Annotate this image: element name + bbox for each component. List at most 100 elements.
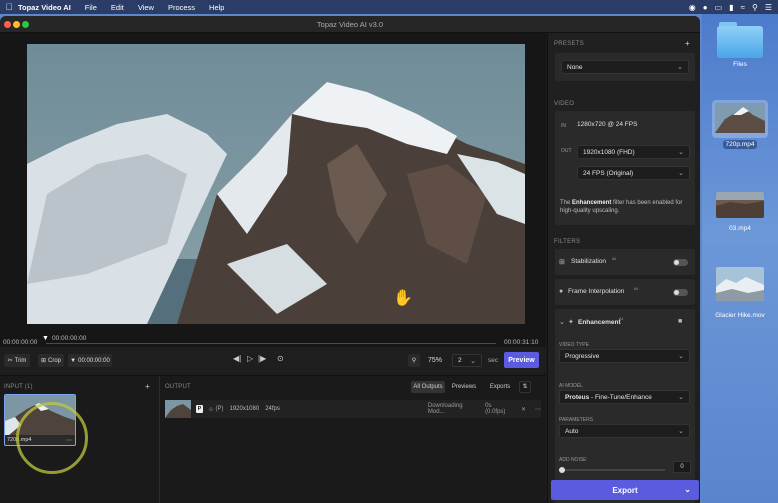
desktop-label: 720p.mp4 (722, 140, 758, 149)
crop-icon: ⊞ (40, 358, 46, 364)
timeline-end-time: 00:00:31:10 (504, 339, 539, 346)
desktop: Files 720p.mp4 03.mp4 Glacier Hike.mov (702, 14, 778, 503)
menu-process[interactable]: Process (168, 3, 195, 12)
menubar:  Topaz Video AI File Edit View Process … (0, 0, 778, 14)
screen-icon[interactable]: ▭ (715, 3, 723, 12)
chevron-down-icon: ⌄ (678, 149, 684, 156)
play-icon[interactable]: ▷ (247, 354, 253, 363)
trim-button[interactable]: ✂ Trim (4, 354, 30, 367)
timeline-track[interactable] (46, 343, 496, 344)
video-type-value: Progressive (565, 352, 600, 360)
menu-app-name[interactable]: Topaz Video AI (18, 3, 71, 12)
video-frame[interactable]: ✋ (27, 44, 525, 324)
add-input-button[interactable]: + (145, 382, 150, 391)
video-type-select[interactable]: Progressive ⌄ (559, 349, 690, 363)
settings-icon: ⊹ (208, 406, 214, 413)
chevron-down-icon: ⌄ (678, 394, 684, 401)
chevron-down-icon[interactable]: ⌄ (684, 485, 691, 494)
frame-interpolation-label: Frame Interpolation (568, 288, 625, 295)
note-pre: The (560, 200, 573, 206)
output-resolution-select[interactable]: 1920x1080 (FHD) ⌄ (577, 145, 690, 159)
preview-duration-select[interactable]: 2 ⌄ (452, 354, 482, 367)
eye-icon[interactable]: ◉ (689, 3, 696, 12)
tab-exports[interactable]: Exports (485, 381, 515, 393)
app-window: Topaz Video AI v3.0 ✋ 00:00:00:00 ▼ 00:0… (0, 16, 700, 503)
apple-icon[interactable]:  (0, 2, 18, 12)
desktop-item-files[interactable]: Files (702, 20, 778, 68)
video-type-label: VIDEO TYPE (559, 342, 589, 348)
marker-button[interactable]: ▼ 00:00:00:00 (68, 354, 112, 367)
desktop-item-03[interactable]: 03.mp4 (702, 192, 778, 232)
parameters-select[interactable]: Auto ⌄ (559, 424, 690, 438)
desktop-item-glacier[interactable]: Glacier Hike.mov (702, 267, 778, 319)
menu-help[interactable]: Help (209, 3, 224, 12)
ai-model-label: AI MODEL (559, 383, 583, 389)
stabilization-toggle[interactable] (673, 259, 688, 266)
menu-file[interactable]: File (85, 3, 97, 12)
loop-icon[interactable]: ⊙ (277, 354, 284, 363)
desktop-item-720p[interactable]: 720p.mp4 (702, 100, 778, 149)
playhead-icon[interactable]: ▼ (42, 335, 49, 342)
search-icon[interactable]: ⚲ (752, 3, 758, 12)
preview-badge: P (195, 405, 204, 413)
control-center-icon[interactable]: ☰ (765, 3, 772, 12)
menu-view[interactable]: View (138, 3, 154, 12)
export-button[interactable]: Export ⌄ (551, 480, 699, 500)
marker-icon: ▼ (70, 357, 77, 364)
sort-icon[interactable]: ⇅ (519, 381, 531, 393)
wifi-icon[interactable]: ≈ (741, 3, 745, 12)
desktop-label: Files (733, 61, 747, 68)
battery-icon[interactable]: ▮ (729, 3, 733, 12)
desktop-label: 03.mp4 (729, 225, 751, 232)
chevron-down-icon[interactable]: ⌄ (559, 318, 565, 326)
add-preset-button[interactable]: + (685, 39, 690, 48)
chevron-down-icon: ⌄ (678, 170, 684, 177)
ai-model-select[interactable]: Proteus - Fine-Tune/Enhance ⌄ (559, 390, 690, 404)
output-thumbnail (165, 400, 191, 418)
output-fps: 24fps (265, 406, 280, 412)
cancel-icon[interactable]: ✕ (521, 406, 526, 413)
tab-previews[interactable]: Previews (449, 381, 479, 393)
add-noise-input[interactable]: 0 (673, 461, 691, 473)
chevron-down-icon: ⌄ (677, 64, 683, 71)
frame-interpolation-card[interactable]: ● Frame Interpolation AI (555, 279, 695, 305)
video-thumbnail (716, 267, 764, 301)
tab-all-outputs[interactable]: All Outputs (411, 381, 445, 393)
crop-button[interactable]: ⊞ Crop (38, 354, 64, 367)
timeline-start-time: 00:00:00:00 (3, 339, 38, 346)
more-icon[interactable]: ⋯ (535, 406, 541, 413)
step-back-icon[interactable]: ◀| (233, 354, 241, 363)
frame-interpolation-toggle[interactable] (673, 289, 688, 296)
scissors-icon: ✂ (7, 358, 13, 364)
preset-select[interactable]: None ⌄ (561, 60, 689, 74)
output-fps-select[interactable]: 24 FPS (Original) ⌄ (577, 166, 690, 180)
output-resolution-value: 1920x1080 (FHD) (583, 148, 635, 156)
filters-label: FILTERS (554, 239, 581, 245)
settings-panel: PRESETS + None ⌄ VIDEO IN 1280x720 @ 24 … (547, 33, 700, 503)
step-forward-icon[interactable]: |▶ (258, 354, 266, 363)
zoom-button[interactable]: ⚲ (408, 354, 420, 367)
out-tag: OUT (561, 148, 572, 154)
output-resolution: 1920x1080 (229, 406, 260, 412)
desktop-label: Glacier Hike.mov (715, 312, 765, 319)
playback-controls: ✂ Trim ⊞ Crop ▼ 00:00:00:00 ◀| ▷ |▶ ⊙ ⚲ 75%… (0, 347, 546, 373)
stabilization-card[interactable]: ⊞ Stabilization AI (555, 249, 695, 275)
preview-button[interactable]: Preview (504, 352, 539, 368)
record-icon[interactable]: ● (703, 3, 708, 12)
ai-model-name: Proteus (565, 393, 590, 401)
output-row[interactable]: P ⊹ (P) 1920x1080 24fps Downloading Mod.… (165, 400, 541, 418)
enhancement-note: The Enhancement filter has been enabled … (560, 199, 690, 215)
output-status: Downloading Mod... (427, 403, 463, 415)
slider-handle[interactable] (559, 467, 565, 473)
lock-icon[interactable]: ■ (678, 318, 682, 325)
parameters-value: Auto (565, 427, 579, 435)
outputs-header: OUTPUT (165, 384, 191, 390)
ai-badge: AI (612, 256, 616, 261)
titlebar: Topaz Video AI v3.0 (0, 16, 700, 33)
timeline[interactable]: 00:00:00:00 ▼ 00:00:00:00 00:00:31:10 (0, 333, 546, 347)
add-noise-slider[interactable] (559, 467, 665, 473)
menu-edit[interactable]: Edit (111, 3, 124, 12)
chevron-down-icon: ⌄ (678, 428, 684, 435)
outputs-pane: OUTPUT All Outputs Previews Exports ⇅ P … (161, 376, 546, 503)
chevron-down-icon: ⌄ (678, 353, 684, 360)
